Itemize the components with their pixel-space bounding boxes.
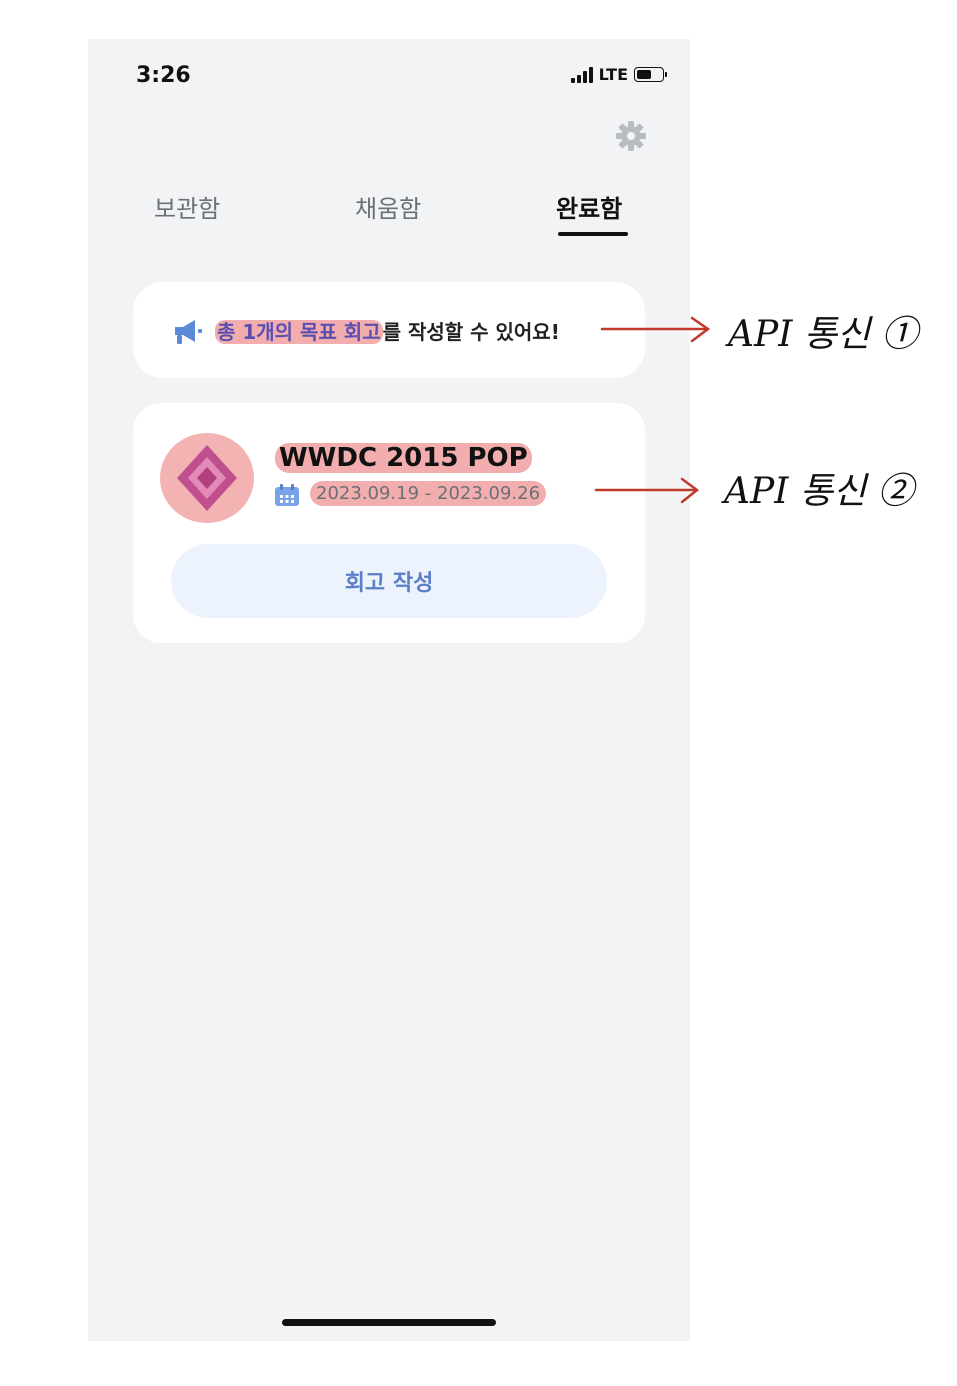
annotation-label-2: API 통신 ② <box>724 471 914 512</box>
tab-completed[interactable]: 완료함 <box>556 189 622 224</box>
gear-icon[interactable] <box>615 120 647 152</box>
calendar-icon <box>275 484 299 506</box>
goal-title: WWDC 2015 POP <box>275 443 532 473</box>
active-tab-indicator <box>558 232 628 236</box>
notice-highlight: 총 1개의 목표 회고 <box>215 320 383 344</box>
goal-date-range: 2023.09.19 - 2023.09.26 <box>310 481 547 506</box>
gem-icon <box>177 445 237 511</box>
goal-card: WWDC 2015 POP 2023.09.19 - 2023.09.26 회고… <box>133 403 645 643</box>
status-indicators: LTE <box>570 65 667 84</box>
notice-banner: 총 1개의 목표 회고 를 작성할 수 있어요! <box>133 282 645 378</box>
battery-icon <box>634 67 667 82</box>
signal-icon <box>570 66 593 83</box>
notice-text: 총 1개의 목표 회고 를 작성할 수 있어요! <box>215 316 560 345</box>
annotation-arrow-2 <box>594 477 700 504</box>
tab-storage[interactable]: 보관함 <box>154 189 220 224</box>
write-retrospect-button[interactable]: 회고 작성 <box>171 544 607 618</box>
megaphone-icon <box>175 320 202 344</box>
notice-rest: 를 작성할 수 있어요! <box>382 320 560 344</box>
goal-thumbnail <box>160 433 254 523</box>
phone-screen: 3:26 LTE 보관함 채움함 완료함 총 1개의 목표 회고 를 작성할 수… <box>88 39 690 1341</box>
annotation-label-1: API 통신 ① <box>728 314 918 355</box>
network-label: LTE <box>598 65 628 84</box>
status-time: 3:26 <box>136 63 191 88</box>
home-indicator <box>282 1319 496 1326</box>
annotation-arrow-1 <box>600 316 711 343</box>
tab-filling[interactable]: 채움함 <box>355 189 421 224</box>
battery-fill <box>637 70 651 79</box>
